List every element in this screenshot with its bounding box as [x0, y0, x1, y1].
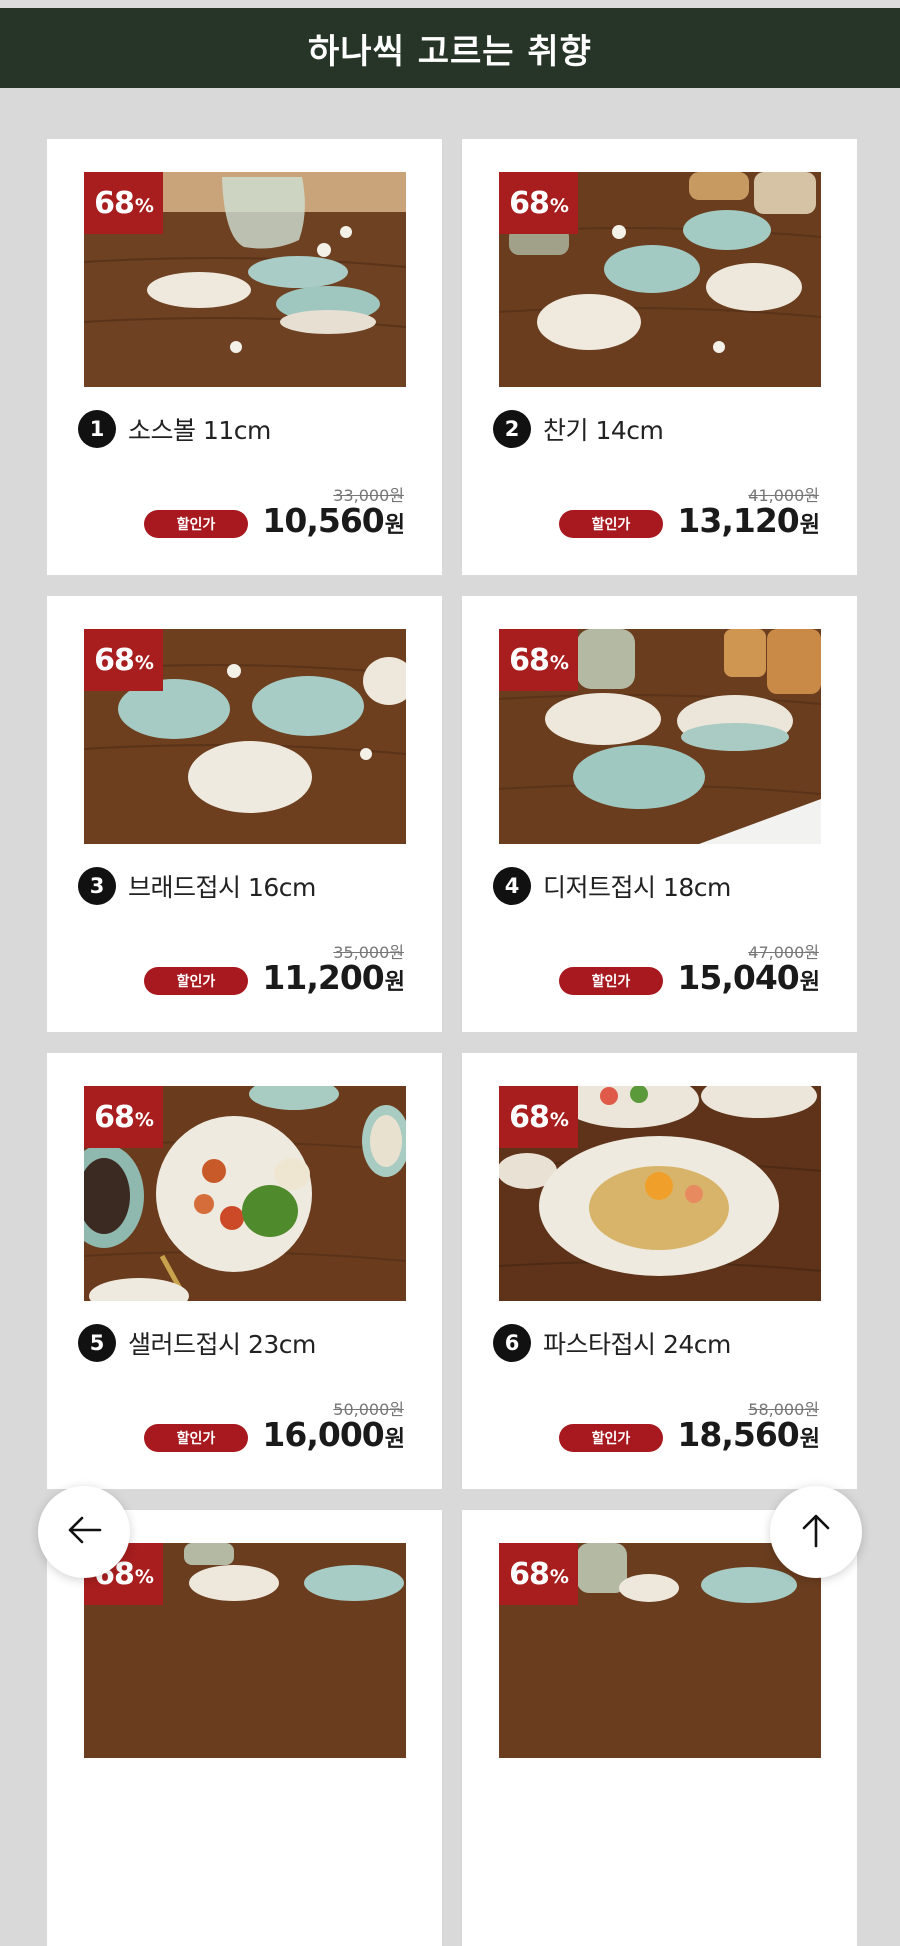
- product-image[interactable]: 68%: [84, 629, 406, 844]
- section-title: 하나씩 고르는 취향: [308, 31, 592, 72]
- discount-badge: 68%: [84, 1086, 163, 1148]
- product-image[interactable]: 68%: [84, 1086, 406, 1301]
- discount-badge: 68%: [499, 629, 578, 691]
- discount-badge: 68%: [499, 1543, 578, 1605]
- sale-price: 10,560원: [262, 501, 405, 540]
- product-card-3[interactable]: 68% 3 브래드접시 16cm 35,000원 할인가 11,200원: [47, 596, 442, 1032]
- product-name[interactable]: 찬기 14cm: [543, 411, 664, 447]
- product-name[interactable]: 소스볼 11cm: [128, 411, 271, 447]
- rank-number: 6: [493, 1324, 531, 1362]
- sale-price-tag: 할인가: [559, 1424, 663, 1452]
- rank-number: 3: [78, 867, 116, 905]
- arrow-up-icon: [796, 1510, 836, 1554]
- product-card-8[interactable]: 68%: [462, 1510, 857, 1946]
- product-name[interactable]: 디저트접시 18cm: [543, 868, 731, 904]
- product-card-4[interactable]: 68% 4 디저트접시 18cm 47,000원 할인가 15,040원: [462, 596, 857, 1032]
- sale-price: 13,120원: [677, 501, 820, 540]
- product-card-7[interactable]: 68%: [47, 1510, 442, 1946]
- product-title-row: 6 파스타접시 24cm: [493, 1324, 731, 1362]
- product-card-1[interactable]: 68% 1 소스볼 11cm 33,000원 할인가 10,560원: [47, 139, 442, 575]
- sale-price: 15,040원: [677, 958, 820, 997]
- product-title-row: 5 샐러드접시 23cm: [78, 1324, 316, 1362]
- product-image[interactable]: 68%: [499, 1543, 821, 1758]
- sale-price: 16,000원: [262, 1415, 405, 1454]
- product-title-row: 3 브래드접시 16cm: [78, 867, 316, 905]
- product-title-row: 2 찬기 14cm: [493, 410, 664, 448]
- sale-price: 18,560원: [677, 1415, 820, 1454]
- product-title-row: 1 소스볼 11cm: [78, 410, 271, 448]
- product-card-6[interactable]: 68% 6 파스타접시 24cm 58,000원 할인가 18,560원: [462, 1053, 857, 1489]
- sale-price-tag: 할인가: [144, 967, 248, 995]
- product-name[interactable]: 브래드접시 16cm: [128, 868, 316, 904]
- scroll-top-button[interactable]: [770, 1486, 862, 1578]
- back-button[interactable]: [38, 1486, 130, 1578]
- sale-price-tag: 할인가: [559, 967, 663, 995]
- section-header: 하나씩 고르는 취향: [0, 8, 900, 88]
- product-image[interactable]: 68%: [499, 172, 821, 387]
- rank-number: 1: [78, 410, 116, 448]
- discount-badge: 68%: [84, 172, 163, 234]
- rank-number: 5: [78, 1324, 116, 1362]
- discount-badge: 68%: [84, 629, 163, 691]
- discount-badge: 68%: [499, 1086, 578, 1148]
- product-title-row: 4 디저트접시 18cm: [493, 867, 731, 905]
- rank-number: 4: [493, 867, 531, 905]
- product-image[interactable]: 68%: [499, 1086, 821, 1301]
- product-image[interactable]: 68%: [499, 629, 821, 844]
- arrow-left-icon: [64, 1510, 104, 1554]
- discount-badge: 68%: [499, 172, 578, 234]
- product-name[interactable]: 샐러드접시 23cm: [128, 1325, 316, 1361]
- sale-price-tag: 할인가: [144, 1424, 248, 1452]
- rank-number: 2: [493, 410, 531, 448]
- product-image[interactable]: 68%: [84, 1543, 406, 1758]
- product-name[interactable]: 파스타접시 24cm: [543, 1325, 731, 1361]
- sale-price-tag: 할인가: [559, 510, 663, 538]
- sale-price: 11,200원: [262, 958, 405, 997]
- product-card-2[interactable]: 68% 2 찬기 14cm 41,000원 할인가 13,120원: [462, 139, 857, 575]
- product-card-5[interactable]: 68% 5 샐러드접시 23cm 50,000원 할인가 16,000원: [47, 1053, 442, 1489]
- product-image[interactable]: 68%: [84, 172, 406, 387]
- sale-price-tag: 할인가: [144, 510, 248, 538]
- top-strip: [0, 0, 900, 8]
